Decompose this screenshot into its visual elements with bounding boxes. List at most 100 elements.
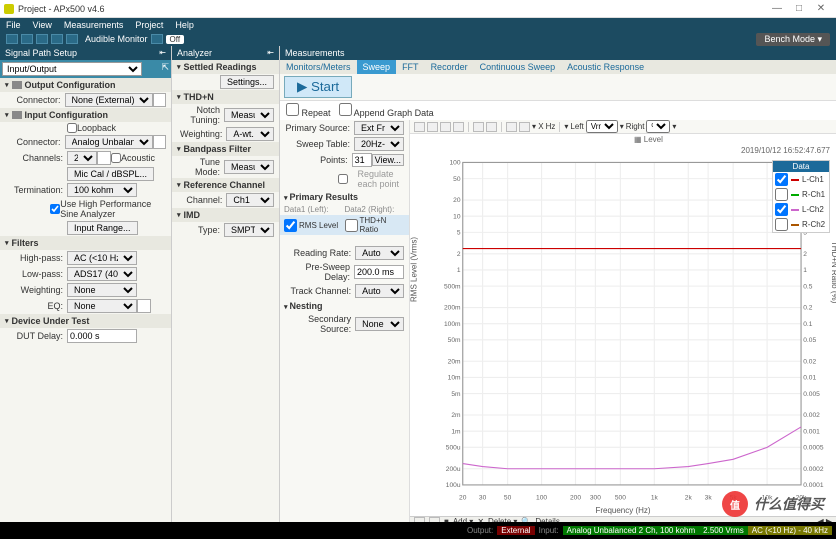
thdn-ratio-check[interactable]: THD+N Ratio (345, 216, 406, 234)
menu-view[interactable]: View (33, 20, 52, 30)
list-icon[interactable] (429, 517, 440, 522)
input-config-section[interactable]: Input Configuration (0, 108, 171, 122)
add-button[interactable]: Add ▾ (453, 517, 473, 522)
settled-section[interactable]: Settled Readings (172, 60, 279, 74)
lowpass-select[interactable]: ADS17 (40 kHz) (67, 267, 137, 281)
grid-icon2[interactable] (414, 517, 425, 522)
ch-btn[interactable] (97, 151, 111, 165)
tab-monitors[interactable]: Monitors/Meters (280, 60, 357, 74)
sweep-table-select[interactable]: 20Hz-20kHz 1/3 (354, 137, 404, 151)
out-connector-select[interactable]: None (External) (65, 93, 153, 107)
scale-icon[interactable] (519, 122, 530, 132)
rms-level-check[interactable]: RMS Level (284, 216, 345, 234)
collapse-icon[interactable]: ⇤ (267, 48, 274, 58)
off-pill[interactable]: Off (166, 35, 185, 44)
marker-icon[interactable] (473, 122, 484, 132)
output-icon (12, 81, 22, 89)
settings-button[interactable]: Settings... (220, 75, 274, 89)
highpass-select[interactable]: AC (<10 Hz) (67, 251, 137, 265)
hiperf-check[interactable] (50, 204, 60, 214)
secondary-select[interactable]: None (355, 317, 404, 331)
legend-ch1r-check[interactable] (775, 188, 788, 201)
dut-delay-input[interactable] (67, 329, 137, 343)
ch-select[interactable]: Ch1 (226, 193, 274, 207)
zoom-icon[interactable] (414, 122, 425, 132)
reading-rate-select[interactable]: Auto (355, 246, 404, 260)
imd-section[interactable]: IMD (172, 208, 279, 222)
an-wt-select[interactable]: A-wt. (226, 127, 274, 141)
copy-icon[interactable] (51, 34, 63, 44)
export-icon[interactable] (486, 122, 497, 132)
toolbar: Audible Monitor Off Bench Mode ▾ (0, 32, 836, 46)
repeat-check[interactable]: Repeat (286, 103, 331, 118)
primary-src-select[interactable]: Ext Frequency (354, 121, 404, 135)
imd-type-select[interactable]: SMPTE/DIN (224, 223, 274, 237)
close-button[interactable]: ✕ (810, 3, 832, 14)
tab-fft[interactable]: FFT (396, 60, 425, 74)
presweep-input[interactable] (354, 265, 404, 279)
view-button[interactable]: View... (372, 154, 404, 166)
redo-icon[interactable] (36, 34, 48, 44)
loopback-check[interactable] (67, 123, 77, 133)
minimize-button[interactable]: — (766, 3, 788, 14)
output-config-section[interactable]: Output Configuration (0, 78, 171, 92)
save-icon[interactable] (6, 34, 18, 44)
termination-select[interactable]: 100 kohm (67, 183, 137, 197)
menu-project[interactable]: Project (135, 20, 163, 30)
undo-icon[interactable] (21, 34, 33, 44)
right-unit-select[interactable]: % (646, 120, 670, 133)
left-unit-select[interactable]: Vrms (586, 120, 618, 133)
details-button[interactable]: Details (535, 517, 559, 522)
speaker-icon[interactable] (151, 34, 163, 44)
signal-path-panel: Signal Path Setup⇤ Input/Output ⇱ Output… (0, 46, 172, 522)
connector-btn[interactable] (153, 93, 166, 107)
legend-ch2r-check[interactable] (775, 218, 788, 231)
cursor-icon[interactable] (440, 122, 451, 132)
input-range-button[interactable]: Input Range... (67, 221, 138, 235)
grid-icon[interactable] (453, 122, 464, 132)
expand-icon[interactable]: ⇱ (161, 62, 169, 73)
io-selector[interactable]: Input/Output (2, 62, 142, 76)
maximize-button[interactable]: □ (788, 3, 810, 14)
filters-section[interactable]: Filters (0, 236, 171, 250)
track-select[interactable]: Auto (355, 284, 404, 298)
tool-icon[interactable] (66, 34, 78, 44)
pan-icon[interactable] (427, 122, 438, 132)
start-button[interactable]: Start (284, 76, 352, 98)
tab-sweep[interactable]: Sweep (357, 60, 397, 74)
tab-acoustic[interactable]: Acoustic Response (561, 60, 650, 74)
svg-text:0.5: 0.5 (803, 283, 813, 290)
menu-help[interactable]: Help (175, 20, 194, 30)
menu-measurements[interactable]: Measurements (64, 20, 124, 30)
points-input[interactable] (352, 153, 372, 167)
mic-cal-button[interactable]: Mic Cal / dBSPL... (67, 167, 154, 181)
append-check[interactable]: Append Graph Data (339, 103, 434, 118)
weighting-select[interactable]: None (67, 283, 137, 297)
tab-recorder[interactable]: Recorder (425, 60, 474, 74)
in-connector-btn[interactable] (153, 135, 166, 149)
legend-ch2l-check[interactable] (775, 203, 788, 216)
ref-section[interactable]: Reference Channel (172, 178, 279, 192)
tab-continuous[interactable]: Continuous Sweep (474, 60, 562, 74)
notch-select[interactable]: Measured Freque (224, 108, 274, 122)
app-icon (4, 4, 14, 14)
dut-section[interactable]: Device Under Test (0, 314, 171, 328)
bench-mode-button[interactable]: Bench Mode ▾ (756, 33, 830, 46)
collapse-icon[interactable]: ⇤ (159, 48, 166, 58)
primary-results-section[interactable]: Primary Results (280, 190, 409, 204)
input-status: Analog Unbalanced 2 Ch, 100 kohm (563, 526, 700, 535)
legend-ch1l-check[interactable] (775, 173, 788, 186)
bandpass-section[interactable]: Bandpass Filter (172, 142, 279, 156)
nesting-section[interactable]: Nesting (280, 299, 409, 313)
acoustic-check[interactable] (111, 153, 121, 163)
fit-icon[interactable] (506, 122, 517, 132)
thdn-section[interactable]: THD+N (172, 90, 279, 104)
channels-select[interactable]: 2 (67, 151, 97, 165)
in-connector-select[interactable]: Analog Unbalanced (65, 135, 153, 149)
eq-select[interactable]: None (67, 299, 137, 313)
regulate-check[interactable] (328, 174, 357, 184)
delete-button[interactable]: Delete ▾ (488, 517, 517, 522)
menu-file[interactable]: File (6, 20, 21, 30)
tune-select[interactable]: Measured Freque (224, 160, 274, 174)
eq-btn[interactable] (137, 299, 151, 313)
